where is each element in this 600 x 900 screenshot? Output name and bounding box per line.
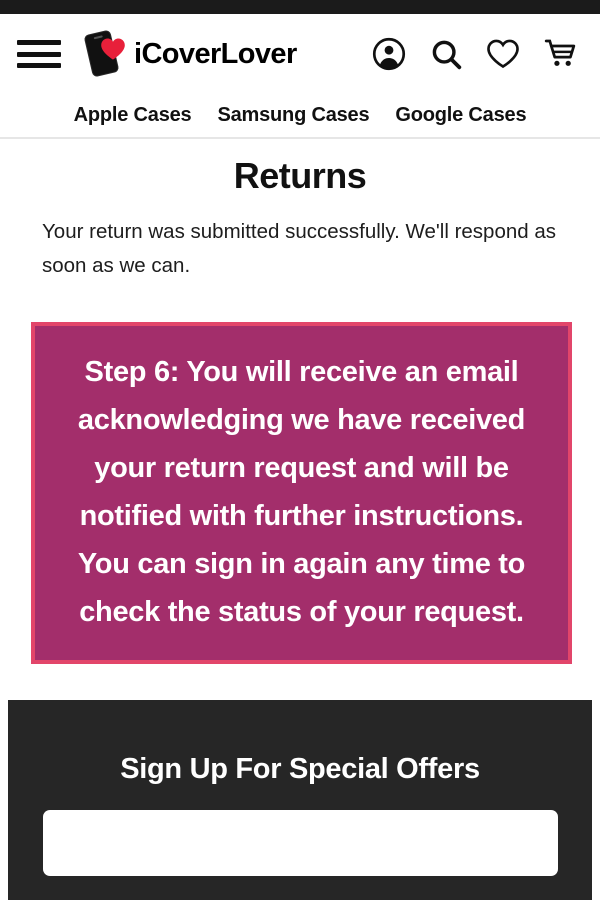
hamburger-menu-icon[interactable] xyxy=(16,37,62,71)
site-logo[interactable]: iCoverLover xyxy=(83,28,297,80)
nav-link-apple-cases[interactable]: Apple Cases xyxy=(74,104,192,127)
nav-link-google-cases[interactable]: Google Cases xyxy=(395,104,526,127)
account-icon[interactable] xyxy=(371,36,407,72)
header-icon-group xyxy=(371,36,578,72)
hamburger-bar xyxy=(17,51,61,57)
hamburger-bar xyxy=(17,63,61,68)
intro-text: Your return was submitted successfully. … xyxy=(42,220,556,277)
page-root: iCoverLover Apple Cases Samsung Cases Go… xyxy=(0,0,600,900)
status-notice-box: Step 6: You will receive an email acknow… xyxy=(31,322,572,664)
main-content: Returns Your return was submitted succes… xyxy=(0,141,600,664)
heart-icon xyxy=(100,37,126,61)
site-header: iCoverLover xyxy=(0,14,600,94)
page-title: Returns xyxy=(233,155,367,196)
nav-link-samsung-cases[interactable]: Samsung Cases xyxy=(217,104,369,127)
shopping-cart-icon[interactable] xyxy=(542,36,578,72)
search-icon[interactable] xyxy=(428,36,464,72)
newsletter-signup-section: Sign Up For Special Offers xyxy=(8,700,592,900)
logo-mark xyxy=(83,28,136,80)
top-black-bar xyxy=(0,0,600,14)
hamburger-bar xyxy=(17,40,61,45)
status-notice-text: Step 6: You will receive an email acknow… xyxy=(77,356,526,628)
category-nav: Apple Cases Samsung Cases Google Cases xyxy=(0,94,600,139)
wishlist-heart-icon[interactable] xyxy=(485,36,521,72)
newsletter-email-input[interactable] xyxy=(42,810,558,876)
newsletter-title: Sign Up For Special Offers xyxy=(120,753,480,785)
brand-name: iCoverLover xyxy=(134,37,297,70)
